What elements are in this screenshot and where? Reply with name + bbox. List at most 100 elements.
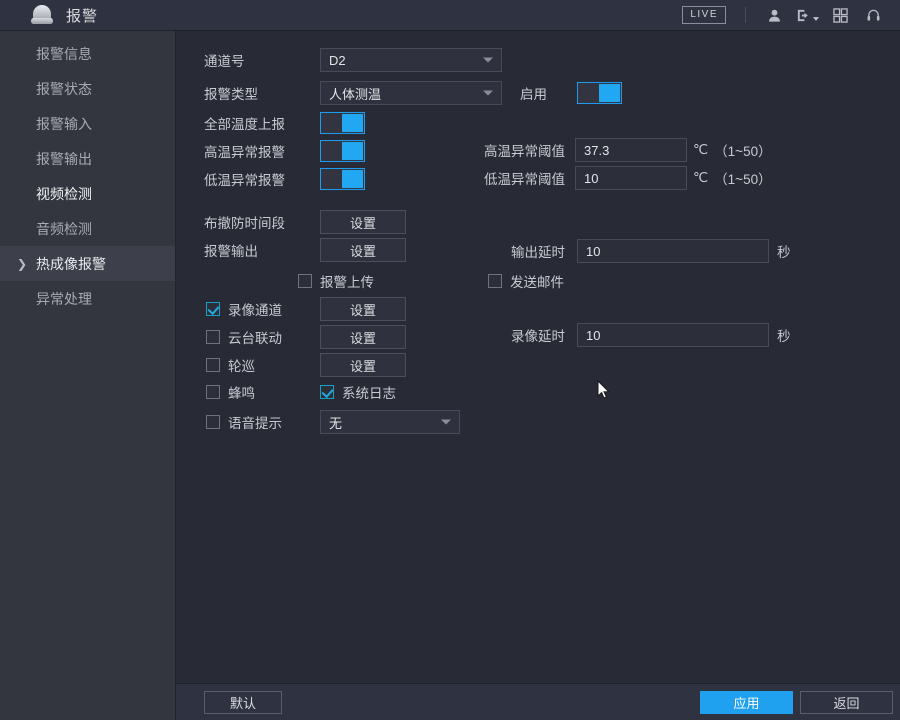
output-delay-row: 输出延时 10 秒: [481, 239, 791, 263]
celsius-unit: ℃: [693, 142, 709, 157]
schedule-setup-button[interactable]: 设置: [320, 210, 406, 234]
headset-icon[interactable]: [860, 4, 886, 26]
voice-prompt-select-value: 无: [329, 415, 343, 431]
ptz-link-row: 云台联动 设置: [206, 325, 406, 349]
high-threshold-range-hint: （1~50）: [714, 144, 772, 159]
voice-prompt-row: 语音提示 无: [206, 410, 460, 434]
grid-icon[interactable]: [827, 4, 853, 26]
live-badge[interactable]: LIVE: [682, 6, 726, 24]
voice-prompt-label: 语音提示: [228, 416, 282, 431]
alarm-upload-label: 报警上传: [320, 275, 374, 290]
chevron-down-icon: [483, 57, 493, 63]
low-threshold-row: 低温异常阈值 10 ℃ （1~50）: [481, 166, 772, 190]
output-delay-input[interactable]: 10: [577, 239, 769, 263]
alarm-output-setup-button[interactable]: 设置: [320, 238, 406, 262]
tour-checkbox[interactable]: 轮巡: [206, 355, 298, 375]
record-delay-label: 录像延时: [511, 329, 565, 344]
channel-select-value: D2: [329, 52, 346, 68]
low-temp-alarm-toggle[interactable]: [320, 168, 365, 190]
chevron-down-icon: [441, 419, 451, 425]
ptz-link-label: 云台联动: [228, 331, 282, 346]
high-temp-alarm-toggle[interactable]: [320, 140, 365, 162]
sidebar-item-video-detection[interactable]: 视频检测: [0, 176, 175, 211]
syslog-label: 系统日志: [342, 386, 396, 401]
alarm-type-select-value: 人体测温: [329, 86, 382, 102]
tour-row: 轮巡 设置: [206, 353, 406, 377]
low-threshold-input[interactable]: 10: [575, 166, 687, 190]
report-all-temp-label: 全部温度上报: [204, 117, 285, 132]
page-title: 报警: [66, 7, 99, 25]
record-channel-label: 录像通道: [228, 303, 282, 318]
output-delay-value: 10: [586, 243, 601, 259]
checkbox-box: [298, 274, 312, 288]
sidebar-item-alarm-output[interactable]: 报警输出: [0, 141, 175, 176]
sidebar-item-thermal-alarm[interactable]: ❯ 热成像报警: [0, 246, 175, 281]
chevron-down-icon: [483, 90, 493, 96]
syslog-checkbox[interactable]: 系统日志: [320, 382, 396, 402]
sidebar-item-alarm-input[interactable]: 报警输入: [0, 106, 175, 141]
alarm-siren-icon: [30, 4, 54, 26]
tour-setup-button[interactable]: 设置: [320, 353, 406, 377]
record-delay-input[interactable]: 10: [577, 323, 769, 347]
checkbox-box: [206, 385, 220, 399]
checkbox-box: [488, 274, 502, 288]
alarm-type-select[interactable]: 人体测温: [320, 81, 502, 105]
sidebar-item-label: 报警状态: [36, 80, 92, 97]
sidebar-item-label: 报警信息: [36, 45, 92, 62]
tour-label: 轮巡: [228, 359, 255, 374]
report-all-temp-row: 全部温度上报: [204, 112, 365, 134]
checkbox-box: [206, 302, 220, 316]
sidebar-item-alarm-status[interactable]: 报警状态: [0, 71, 175, 106]
sidebar-item-audio-detection[interactable]: 音频检测: [0, 211, 175, 246]
alarm-type-label: 报警类型: [204, 87, 258, 102]
enable-label: 启用: [520, 87, 547, 102]
channel-select[interactable]: D2: [320, 48, 502, 72]
report-all-temp-toggle[interactable]: [320, 112, 365, 134]
sidebar: 报警信息 报警状态 报警输入 报警输出 视频检测 音频检测 ❯ 热成像报警 异常…: [0, 31, 176, 720]
sidebar-item-exception-handling[interactable]: 异常处理: [0, 281, 175, 316]
voice-prompt-checkbox[interactable]: 语音提示: [206, 412, 298, 432]
sidebar-item-label: 音频检测: [36, 220, 92, 237]
enable-toggle[interactable]: [577, 82, 622, 104]
buzzer-checkbox[interactable]: 蜂鸣: [206, 382, 298, 402]
record-delay-unit: 秒: [777, 329, 791, 344]
alarm-output-row: 报警输出 设置: [204, 238, 406, 262]
schedule-row: 布撤防时间段 设置: [204, 210, 406, 234]
low-temp-alarm-label: 低温异常报警: [204, 173, 285, 188]
checkbox-box: [320, 385, 334, 399]
alarm-upload-row[interactable]: 报警上传: [298, 271, 374, 291]
output-delay-label: 输出延时: [511, 245, 565, 260]
high-threshold-input[interactable]: 37.3: [575, 138, 687, 162]
sidebar-item-alarm-info[interactable]: 报警信息: [0, 36, 175, 71]
record-channel-checkbox[interactable]: 录像通道: [206, 299, 298, 319]
chevron-down-icon: [812, 17, 819, 21]
ptz-link-setup-button[interactable]: 设置: [320, 325, 406, 349]
alarm-output-label: 报警输出: [204, 244, 258, 259]
record-delay-value: 10: [586, 327, 601, 343]
user-icon[interactable]: [761, 4, 787, 26]
voice-prompt-select[interactable]: 无: [320, 410, 460, 434]
application-window: 报警 LIVE 报警信息 报警状态 报警输入 报警输出 视频检测 音频检测 ❯ …: [0, 0, 900, 720]
sidebar-item-label: 异常处理: [36, 290, 92, 307]
checkbox-box: [206, 415, 220, 429]
title-bar-right: LIVE: [682, 4, 900, 26]
high-threshold-row: 高温异常阈值 37.3 ℃ （1~50）: [481, 138, 772, 162]
record-channel-setup-button[interactable]: 设置: [320, 297, 406, 321]
ptz-link-checkbox[interactable]: 云台联动: [206, 327, 298, 347]
alarm-upload-checkbox[interactable]: 报警上传: [298, 271, 374, 291]
high-threshold-label: 高温异常阈值: [484, 144, 565, 159]
main-content: 通道号 D2 报警类型 人体测温 启用 全部温度上报 高温异常报警 高温异常阈值…: [176, 31, 900, 683]
send-mail-row[interactable]: 发送邮件: [488, 271, 564, 291]
logout-icon[interactable]: [794, 4, 820, 26]
checkbox-box: [206, 330, 220, 344]
low-temp-alarm-row: 低温异常报警: [204, 168, 365, 190]
send-mail-checkbox[interactable]: 发送邮件: [488, 271, 564, 291]
celsius-unit: ℃: [693, 170, 709, 185]
back-button[interactable]: 返回: [800, 691, 893, 714]
alarm-type-row: 报警类型 人体测温 启用: [204, 81, 622, 105]
default-button[interactable]: 默认: [204, 691, 282, 714]
toolbar-divider: [745, 7, 746, 23]
low-threshold-range-hint: （1~50）: [714, 172, 772, 187]
apply-button[interactable]: 应用: [700, 691, 793, 714]
channel-row: 通道号 D2: [204, 48, 502, 72]
